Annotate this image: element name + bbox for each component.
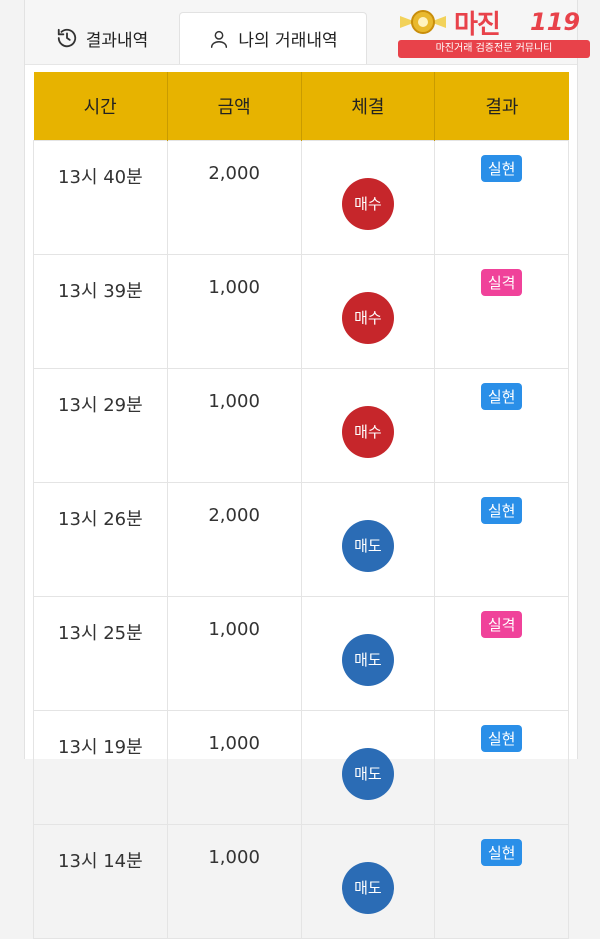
- table-row: 13시 14분 1,000 매도 실현: [33, 824, 569, 939]
- cell-time: 13시 29분: [33, 368, 168, 483]
- amount-text: 1,000: [208, 277, 260, 298]
- result-lose-badge: 실격: [480, 269, 523, 296]
- time-text: 13시 14분: [58, 851, 143, 872]
- cell-trade: 매도: [300, 710, 436, 825]
- time-text: 13시 39분: [58, 281, 143, 302]
- amount-text: 1,000: [208, 847, 260, 868]
- user-icon: [208, 28, 230, 50]
- cell-time: 13시 26분: [33, 482, 168, 597]
- cell-amount: 2,000: [166, 140, 302, 255]
- tab-results[interactable]: 결과내역: [25, 12, 179, 64]
- history-icon: [56, 27, 78, 49]
- logo-title: 마진: [454, 10, 501, 40]
- cell-result: 실격: [434, 254, 569, 369]
- result-win-badge: 실현: [480, 383, 523, 410]
- amount-text: 1,000: [208, 619, 260, 640]
- time-text: 13시 40분: [58, 167, 143, 188]
- header-result: 결과: [434, 72, 569, 141]
- cell-trade: 매도: [300, 596, 436, 711]
- table-row: 13시 25분 1,000 매도 실격: [33, 596, 569, 711]
- table-header-row: 시간 금액 체결 결과: [33, 72, 569, 141]
- cell-amount: 2,000: [166, 482, 302, 597]
- buy-badge: 매수: [341, 291, 394, 344]
- time-text: 13시 26분: [58, 509, 143, 530]
- cell-time: 13시 25분: [33, 596, 168, 711]
- amount-text: 1,000: [208, 733, 260, 754]
- tab-my-trades[interactable]: 나의 거래내역: [179, 12, 367, 64]
- header-trade: 체결: [301, 72, 436, 141]
- result-win-badge: 실현: [480, 725, 523, 752]
- cell-amount: 1,000: [166, 710, 302, 825]
- logo-number: 119: [530, 8, 581, 36]
- cell-trade: 매수: [300, 368, 436, 483]
- cell-amount: 1,000: [166, 596, 302, 711]
- time-text: 13시 19분: [58, 737, 143, 758]
- cell-result: 실격: [434, 596, 569, 711]
- result-lose-badge: 실격: [480, 611, 523, 638]
- buy-badge: 매수: [341, 405, 394, 458]
- table-row: 13시 39분 1,000 매수 실격: [33, 254, 569, 369]
- sell-badge: 매도: [341, 861, 394, 914]
- cell-trade: 매수: [300, 254, 436, 369]
- cell-time: 13시 40분: [33, 140, 168, 255]
- cell-amount: 1,000: [166, 368, 302, 483]
- header-amount: 금액: [167, 72, 302, 141]
- time-text: 13시 29분: [58, 395, 143, 416]
- result-win-badge: 실현: [480, 155, 523, 182]
- cell-amount: 1,000: [166, 254, 302, 369]
- sell-badge: 매도: [341, 633, 394, 686]
- sell-badge: 매도: [341, 747, 394, 800]
- amount-text: 2,000: [208, 163, 260, 184]
- cell-time: 13시 14분: [33, 824, 168, 939]
- sell-badge: 매도: [341, 519, 394, 572]
- cell-trade: 매수: [300, 140, 436, 255]
- trade-table: 시간 금액 체결 결과 13시 40분 2,000 매수 실현 13시 39분 1,000…: [33, 72, 569, 939]
- cell-result: 실현: [434, 710, 569, 825]
- tab-results-label: 결과내역: [85, 30, 149, 51]
- cell-result: 실현: [434, 140, 569, 255]
- cell-time: 13시 39분: [33, 254, 168, 369]
- table-row: 13시 19분 1,000 매도 실현: [33, 710, 569, 825]
- cell-trade: 매도: [300, 824, 436, 939]
- table-row: 13시 40분 2,000 매수 실현: [33, 140, 569, 255]
- result-win-badge: 실현: [480, 839, 523, 866]
- result-win-badge: 실현: [480, 497, 523, 524]
- logo-subtitle: 마진거래 검증전문 커뮤니티: [398, 40, 590, 58]
- table-row: 13시 29분 1,000 매수 실현: [33, 368, 569, 483]
- cell-trade: 매도: [300, 482, 436, 597]
- cell-amount: 1,000: [166, 824, 302, 939]
- cell-result: 실현: [434, 482, 569, 597]
- header-time: 시간: [33, 72, 168, 141]
- time-text: 13시 25분: [58, 623, 143, 644]
- logo-emblem-icon: [400, 10, 446, 34]
- amount-text: 2,000: [208, 505, 260, 526]
- cell-result: 실현: [434, 368, 569, 483]
- tab-my-trades-label: 나의 거래내역: [238, 31, 338, 51]
- table-row: 13시 26분 2,000 매도 실현: [33, 482, 569, 597]
- site-logo: 마진 119 마진거래 검증전문 커뮤니티: [398, 6, 590, 58]
- cell-result: 실현: [434, 824, 569, 939]
- amount-text: 1,000: [208, 391, 260, 412]
- app-frame: 결과내역 나의 거래내역 시간 금액 체결 결과 13시 40분 2,000 매수 실…: [24, 0, 578, 939]
- cell-time: 13시 19분: [33, 710, 168, 825]
- buy-badge: 매수: [341, 177, 394, 230]
